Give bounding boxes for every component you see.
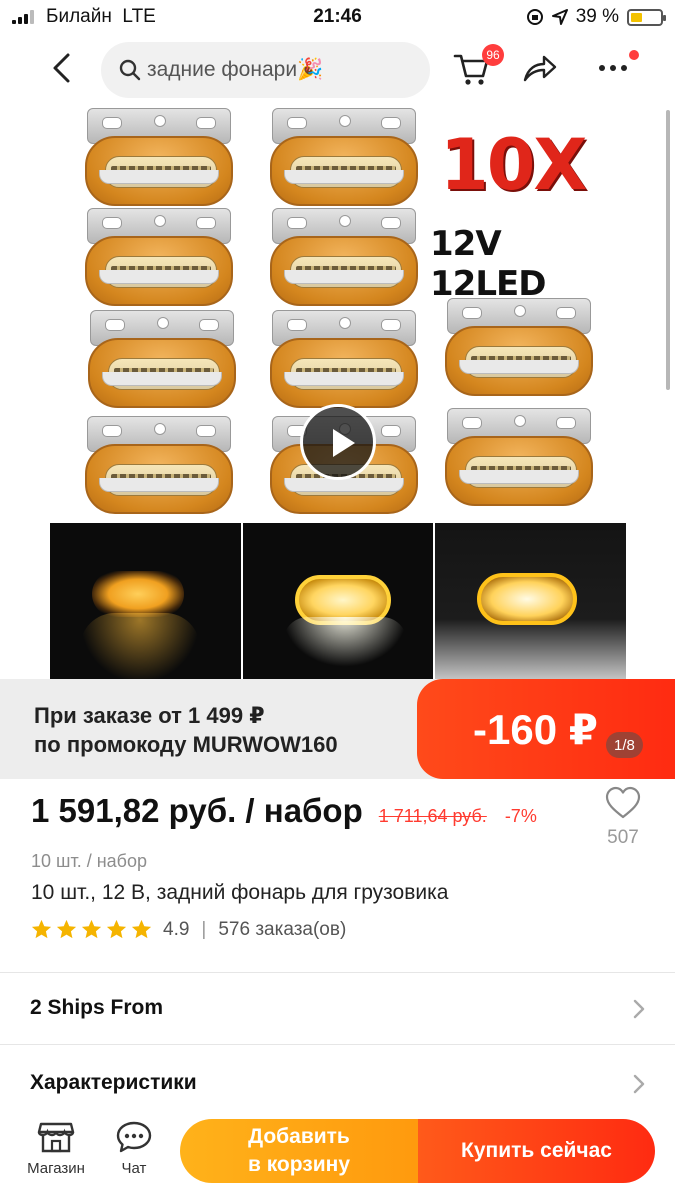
divider <box>0 1044 675 1045</box>
current-price: 1 591,82 руб. / набор <box>31 792 363 829</box>
chat-icon <box>116 1121 152 1153</box>
more-icon <box>599 65 627 71</box>
share-icon <box>523 55 557 82</box>
chevron-left-icon <box>53 53 70 83</box>
lamp-illustration <box>85 108 233 208</box>
chat-label: Чат <box>121 1160 147 1177</box>
rating-stars <box>30 918 153 941</box>
gallery-counter: 1/8 <box>606 732 643 758</box>
battery-icon <box>627 8 666 26</box>
specs-row[interactable]: Характеристики <box>30 1063 650 1103</box>
lit-lamp-photo <box>242 523 434 680</box>
star-icon <box>81 919 102 939</box>
bottom-action-bar: Магазин Чат Добавить в корзину Купить сей… <box>0 1112 675 1200</box>
orders-count: 576 заказа(ов) <box>218 918 347 940</box>
ships-from-row[interactable]: 2 Ships From <box>30 988 650 1028</box>
search-icon <box>119 59 141 81</box>
lamp-illustration <box>270 108 418 208</box>
star-icon <box>31 919 52 939</box>
lamp-illustration <box>85 208 233 308</box>
star-icon <box>106 919 127 939</box>
top-nav: задние фонари🎉 96 <box>0 38 675 100</box>
promo-banner[interactable]: При заказе от 1 499 ₽ по промокоду MURWO… <box>0 679 675 779</box>
chevron-right-icon <box>633 1074 645 1094</box>
product-title: 10 шт., 12 В, задний фонарь для грузовик… <box>31 881 449 904</box>
rating-value: 4.9 <box>163 918 190 940</box>
location-icon <box>551 9 568 25</box>
heart-icon <box>605 786 641 819</box>
cart-button[interactable]: 96 <box>452 44 504 88</box>
add-to-cart-line-2: в корзину <box>247 1153 351 1176</box>
store-tab[interactable]: Магазин <box>21 1120 91 1177</box>
lamp-illustration <box>85 416 233 516</box>
battery-percent: 39 % <box>575 6 619 27</box>
discount-percent: -7% <box>504 806 537 826</box>
promo-line-2: по промокоду MURWOW160 <box>34 732 338 757</box>
promo-text: При заказе от 1 499 ₽ по промокоду MURWO… <box>34 701 338 759</box>
store-icon <box>37 1122 75 1153</box>
lamp-illustration <box>270 208 418 308</box>
lamp-illustration <box>445 298 593 398</box>
spec-badge: 12V 12LED <box>430 224 546 304</box>
cart-count-badge: 96 <box>482 44 504 66</box>
play-video-button[interactable] <box>300 404 376 480</box>
status-bar: Билайн LTE 21:46 39 % <box>0 0 675 36</box>
unit-info: 10 шт. / набор <box>31 851 147 871</box>
purchase-buttons: Добавить в корзину Купить сейчас <box>180 1119 655 1183</box>
promo-line-1: При заказе от 1 499 ₽ <box>34 703 265 728</box>
search-query: задние фонари🎉 <box>147 58 324 81</box>
lit-lamp-photos <box>50 523 627 680</box>
buy-now-button[interactable]: Купить сейчас <box>418 1119 655 1183</box>
store-label: Магазин <box>27 1160 85 1177</box>
chat-tab[interactable]: Чат <box>99 1120 169 1177</box>
specs-label: Характеристики <box>30 1071 197 1094</box>
battery-fill <box>631 12 642 22</box>
promo-discount: -160 ₽ <box>417 679 675 779</box>
add-to-cart-button[interactable]: Добавить в корзину <box>180 1119 418 1183</box>
chevron-right-icon <box>633 999 645 1019</box>
ships-from-label: 2 Ships From <box>30 996 164 1019</box>
add-to-cart-line-1: Добавить <box>248 1125 350 1148</box>
star-icon <box>131 919 152 939</box>
lamp-illustration <box>88 310 236 410</box>
lamp-illustration <box>270 310 418 410</box>
divider <box>0 972 675 973</box>
more-button[interactable] <box>596 50 639 84</box>
price-row: 1 591,82 руб. / набор 1 711,64 руб. -7% <box>31 792 537 830</box>
rating-row[interactable]: 4.9 | 576 заказа(ов) <box>30 918 346 941</box>
status-right: 39 % <box>526 6 666 28</box>
notification-dot <box>629 50 639 60</box>
quantity-badge: 10X <box>440 124 587 206</box>
star-icon <box>56 919 77 939</box>
wishlist-count: 507 <box>607 827 639 848</box>
lit-lamp-photo <box>435 523 627 680</box>
wishlist-button[interactable]: 507 <box>600 786 646 849</box>
product-gallery[interactable]: 10X 12V 12LED <box>0 100 675 680</box>
old-price: 1 711,64 руб. <box>378 806 487 826</box>
gallery-scroll-indicator <box>666 110 670 390</box>
share-button[interactable] <box>522 52 560 86</box>
lamp-illustration <box>445 408 593 508</box>
orientation-lock-icon <box>526 9 543 25</box>
rating-separator: | <box>201 918 207 940</box>
search-input[interactable]: задние фонари🎉 <box>101 42 430 98</box>
lit-lamp-photo <box>50 523 241 680</box>
back-button[interactable] <box>44 50 80 86</box>
